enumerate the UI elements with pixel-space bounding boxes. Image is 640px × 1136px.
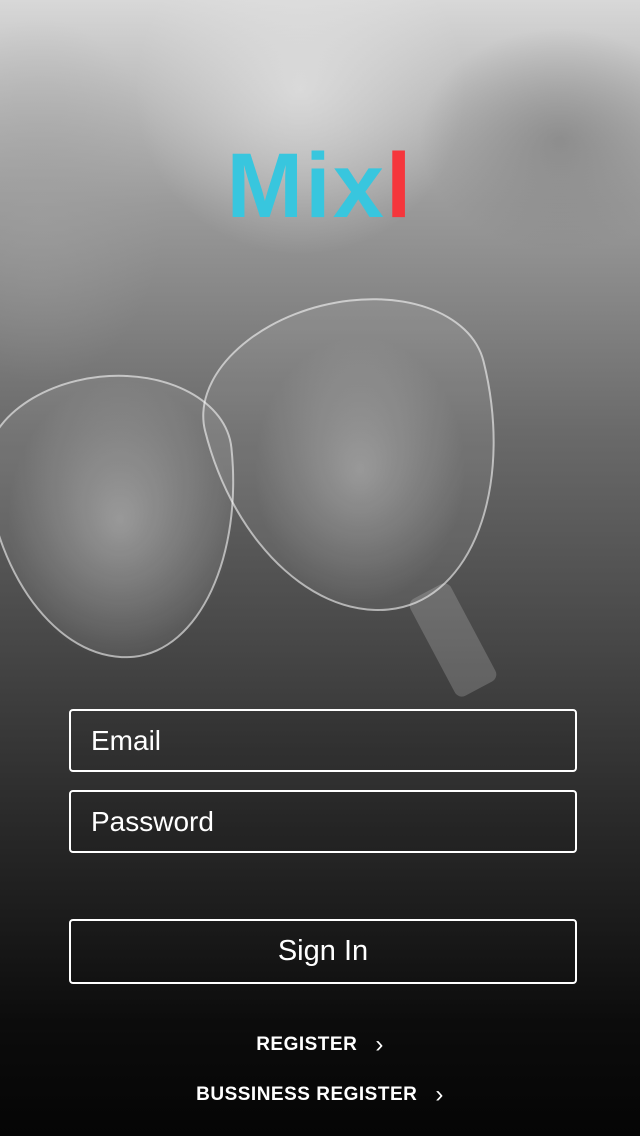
chevron-right-icon: › bbox=[375, 1031, 384, 1058]
chevron-right-icon: › bbox=[435, 1081, 444, 1108]
app-logo: Mixl bbox=[0, 140, 640, 232]
register-label: REGISTER bbox=[256, 1034, 358, 1055]
business-register-link[interactable]: BUSSINESS REGISTER › bbox=[0, 1083, 640, 1107]
business-register-label: BUSSINESS REGISTER bbox=[196, 1084, 418, 1105]
sign-in-button[interactable]: Sign In bbox=[69, 919, 577, 984]
logo-text-mix: Mix bbox=[226, 135, 386, 237]
email-field[interactable]: Email bbox=[69, 709, 577, 772]
sign-in-label: Sign In bbox=[277, 935, 369, 967]
password-field[interactable]: Password bbox=[69, 790, 577, 853]
password-placeholder: Password bbox=[91, 805, 214, 837]
email-placeholder: Email bbox=[91, 724, 162, 756]
logo-text-l: l bbox=[385, 135, 414, 237]
register-link[interactable]: REGISTER › bbox=[0, 1033, 640, 1057]
